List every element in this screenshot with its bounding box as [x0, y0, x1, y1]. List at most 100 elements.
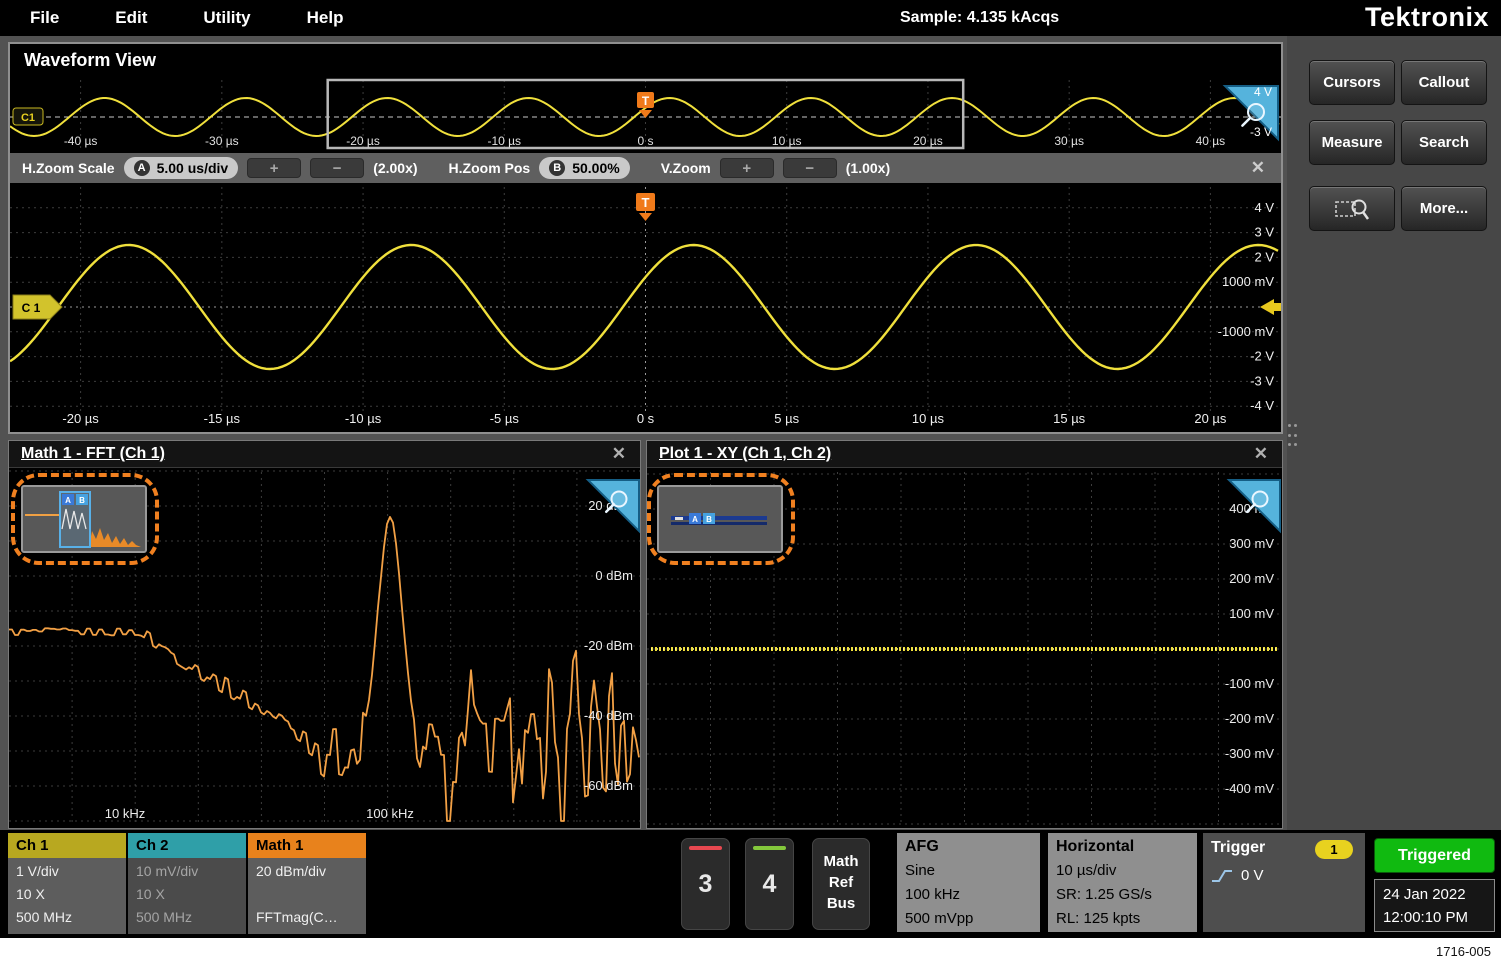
h-zoom-plus-button[interactable]: + [247, 158, 301, 178]
h-zoom-pos-label: H.Zoom Pos [449, 160, 531, 176]
oscilloscope-screen: File Edit Utility Help Sample: 4.135 kAc… [0, 0, 1501, 966]
svg-text:40 µs: 40 µs [1196, 134, 1226, 148]
svg-text:100 mV: 100 mV [1229, 606, 1274, 621]
zoom-marquee-icon [1334, 195, 1370, 223]
trigger-level-marker[interactable] [1260, 299, 1274, 315]
svg-text:3 V: 3 V [1254, 225, 1274, 240]
afg-settings[interactable]: AFG Sine 100 kHz 500 mVpp [897, 833, 1040, 932]
svg-text:10 µs: 10 µs [912, 411, 945, 426]
horizontal-scale: 10 µs/div [1056, 859, 1197, 883]
svg-text:-4 V: -4 V [1250, 398, 1274, 413]
fft-panel: Math 1 - FFT (Ch 1) ✕ 20 dBm0 dBm-20 dBm… [8, 440, 641, 829]
marker-b-label: B [79, 496, 85, 505]
afg-amplitude: 500 mVpp [905, 907, 1040, 931]
svg-text:-20 dBm: -20 dBm [584, 638, 633, 653]
math-ref-bus-line2: Ref [813, 872, 869, 893]
callout-button[interactable]: Callout [1401, 60, 1487, 105]
datetime-display: 24 Jan 2022 12:00:10 PM [1374, 879, 1495, 932]
h-zoom-scale-label: H.Zoom Scale [22, 160, 115, 176]
fft-panel-title: Math 1 - FFT (Ch 1) [21, 445, 165, 463]
math1-blank [256, 883, 366, 906]
math1-badge[interactable]: Math 1 20 dBm/div FFTmag(C… [248, 833, 366, 932]
waveform-view-title: Waveform View [24, 50, 156, 71]
math1-label: Math 1 [248, 833, 366, 858]
channel1-badge[interactable]: Ch 1 1 V/div 10 X 500 MHz [8, 833, 126, 932]
channel3-color-bar [689, 846, 722, 850]
menu-file[interactable]: File [30, 8, 59, 28]
figure-number: 1716-005 [1436, 944, 1491, 959]
ch1-waveform-trace [10, 245, 1278, 369]
svg-text:300 mV: 300 mV [1229, 536, 1274, 551]
h-zoom-minus-button[interactable]: − [310, 158, 364, 178]
svg-text:2 V: 2 V [1254, 249, 1274, 264]
h-zoom-pos-value[interactable]: B 50.00% [539, 157, 629, 179]
zoom-controls-bar: H.Zoom Scale A 5.00 us/div + − (2.00x) H… [10, 153, 1281, 183]
marker-a-label: A [65, 496, 71, 505]
afg-title: AFG [905, 835, 1040, 859]
channel3-button[interactable]: 3 [681, 838, 730, 930]
svg-text:1000 mV: 1000 mV [1222, 274, 1274, 289]
more-button[interactable]: More... [1401, 186, 1487, 231]
fft-panel-header: Math 1 - FFT (Ch 1) ✕ [9, 441, 640, 468]
waveform-view-panel: Waveform View -40 µs-30 µs-20 µs-10 µs0 … [8, 42, 1283, 434]
xy-close-button[interactable]: ✕ [1254, 444, 1268, 464]
svg-text:100 kHz: 100 kHz [366, 806, 414, 821]
channel2-badge[interactable]: Ch 2 10 mV/div 10 X 500 MHz [128, 833, 246, 932]
overview-top-volt-label: 4 V [1254, 85, 1272, 99]
svg-text:-40 µs: -40 µs [64, 134, 98, 148]
divider-grip[interactable] [1288, 424, 1297, 450]
svg-text:0 s: 0 s [637, 411, 655, 426]
afg-frequency: 100 kHz [905, 883, 1040, 907]
settings-bar: Ch 1 1 V/div 10 X 500 MHz Ch 2 10 mV/div… [0, 830, 1501, 938]
horizontal-settings[interactable]: Horizontal 10 µs/div SR: 1.25 GS/s RL: 1… [1048, 833, 1197, 932]
menu-utility[interactable]: Utility [203, 8, 250, 28]
main-waveform-view[interactable]: T4 V3 V2 V1000 mV-1000 mV-2 V-3 V-4 V-20… [10, 183, 1281, 432]
svg-text:-40 dBm: -40 dBm [584, 708, 633, 723]
xy-preview-thumbnail[interactable]: A B [657, 485, 783, 553]
fft-preview-thumbnail[interactable]: A B [21, 485, 147, 553]
cursors-button[interactable]: Cursors [1309, 60, 1395, 105]
svg-text:20 µs: 20 µs [1194, 411, 1227, 426]
zoom-close-button[interactable]: ✕ [1251, 158, 1265, 178]
svg-text:-200 mV: -200 mV [1225, 711, 1274, 726]
measure-button[interactable]: Measure [1309, 120, 1395, 165]
zoom-tool-button[interactable] [1309, 186, 1395, 231]
h-zoom-scale-value[interactable]: A 5.00 us/div [124, 157, 239, 179]
trigger-settings[interactable]: Trigger 1 0 V [1203, 833, 1365, 932]
menu-items: File Edit Utility Help [30, 0, 343, 36]
svg-text:30 µs: 30 µs [1054, 134, 1084, 148]
menu-edit[interactable]: Edit [115, 8, 147, 28]
svg-text:5 µs: 5 µs [774, 411, 799, 426]
sample-status: Sample: 4.135 kAcqs [900, 9, 1059, 27]
fft-thumbnail-graphic: A B [23, 487, 145, 551]
svg-text:C1: C1 [21, 112, 35, 124]
menu-help[interactable]: Help [307, 8, 344, 28]
svg-text:-400 mV: -400 mV [1225, 781, 1274, 796]
h-zoom-pos-text: 50.00% [572, 160, 619, 176]
svg-text:20 µs: 20 µs [913, 134, 943, 148]
tektronix-logo: Tektronix [1365, 2, 1489, 33]
time-text: 12:00:10 PM [1383, 906, 1494, 929]
overview-bottom-volt-label: -3 V [1250, 125, 1272, 139]
svg-text:-3 V: -3 V [1250, 373, 1274, 388]
channel1-settings: 1 V/div 10 X 500 MHz [8, 858, 126, 934]
fft-close-button[interactable]: ✕ [612, 444, 626, 464]
math-ref-bus-button[interactable]: Math Ref Bus [812, 838, 870, 930]
channel1-probe: 10 X [16, 883, 126, 906]
channel3-number: 3 [682, 870, 729, 899]
svg-text:-100 mV: -100 mV [1225, 676, 1274, 691]
svg-text:-1000 mV: -1000 mV [1218, 324, 1275, 339]
math1-function: FFTmag(C… [256, 906, 366, 929]
v-zoom-minus-button[interactable]: − [783, 158, 837, 178]
svg-text:4 V: 4 V [1254, 200, 1274, 215]
h-zoom-factor: (2.00x) [373, 160, 417, 176]
date-text: 24 Jan 2022 [1383, 883, 1494, 906]
svg-text:C 1: C 1 [22, 301, 41, 315]
svg-text:0 s: 0 s [637, 134, 653, 148]
svg-text:-30 µs: -30 µs [205, 134, 239, 148]
v-zoom-plus-button[interactable]: + [720, 158, 774, 178]
channel4-button[interactable]: 4 [745, 838, 794, 930]
search-button[interactable]: Search [1401, 120, 1487, 165]
zoom-overview[interactable]: -40 µs-30 µs-20 µs-10 µs0 s10 µs20 µs30 … [10, 72, 1281, 153]
svg-text:-20 µs: -20 µs [62, 411, 99, 426]
